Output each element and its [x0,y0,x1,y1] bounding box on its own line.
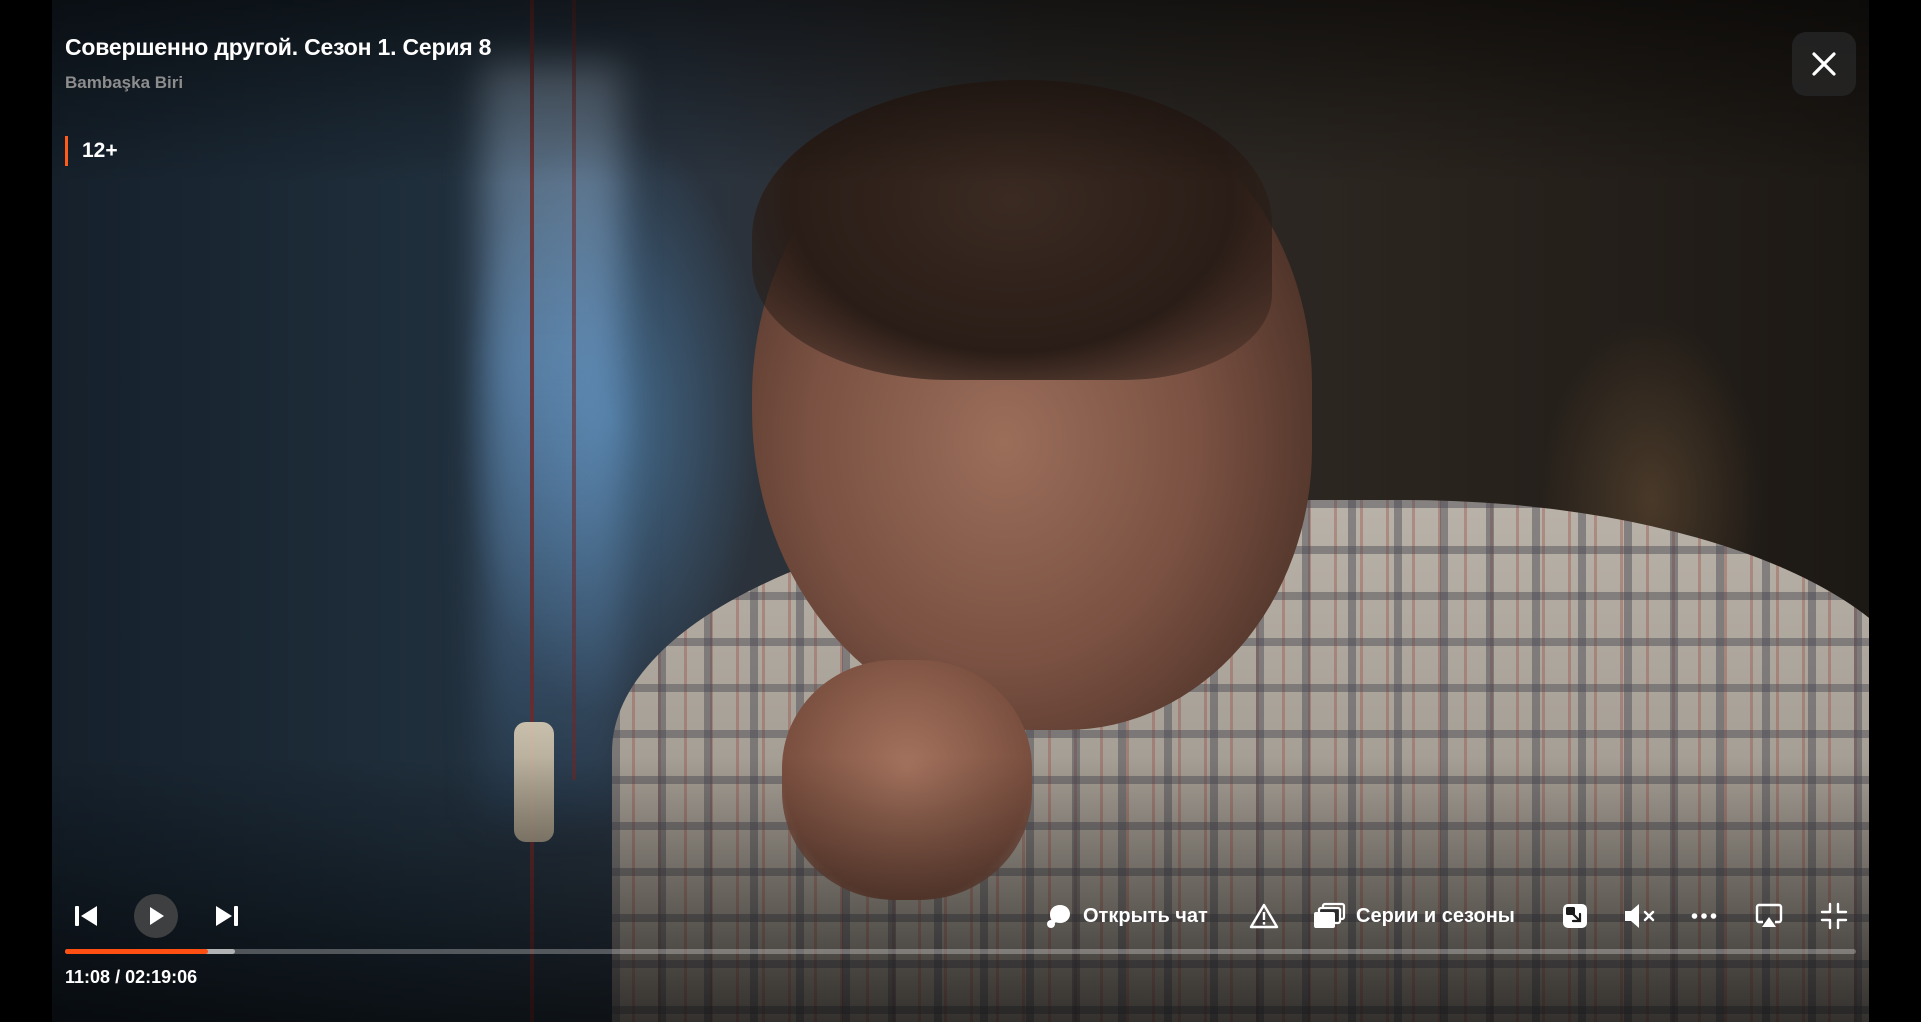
volume-muted-icon [1623,902,1657,930]
previous-icon [73,904,99,928]
open-chat-label: Открыть чат [1083,904,1208,927]
report-warning-icon [1249,902,1279,930]
chat-icon [1045,902,1073,930]
age-rating-badge: 12+ [65,136,118,166]
close-icon [1811,51,1837,77]
time-readout: 11:08 / 02:19:06 [65,967,197,988]
episodes-seasons-button[interactable]: Серии и сезоны [1312,900,1515,932]
progress-bar[interactable] [65,949,1856,954]
next-icon [214,904,240,928]
progress-played [65,949,209,954]
video-player[interactable]: Совершенно другой. Сезон 1. Серия 8 Bamb… [0,0,1921,1022]
play-icon [147,906,165,926]
open-chat-button[interactable]: Открыть чат [1045,900,1208,932]
episodes-icon [1312,902,1346,930]
mute-button[interactable] [1622,900,1658,932]
more-options-button[interactable] [1688,900,1720,932]
exit-fullscreen-icon [1820,902,1848,930]
time-separator: / [115,967,121,987]
video-vignette [52,0,1869,1022]
report-button[interactable] [1248,900,1280,932]
video-frame[interactable] [52,0,1869,1022]
original-title: Bambaşka Biri [65,73,184,92]
next-button[interactable] [211,902,243,930]
picture-in-picture-button[interactable] [1559,900,1591,932]
more-options-icon [1691,912,1717,920]
close-button[interactable] [1792,32,1856,96]
episodes-seasons-label: Серии и сезоны [1356,904,1515,927]
previous-button[interactable] [70,902,102,930]
exit-fullscreen-button[interactable] [1818,900,1850,932]
airplay-icon [1755,902,1783,930]
current-time: 11:08 [65,967,111,987]
duration: 02:19:06 [125,967,198,987]
airplay-button[interactable] [1753,900,1785,932]
picture-in-picture-icon [1561,902,1589,930]
episode-title: Совершенно другой. Сезон 1. Серия 8 [65,34,492,60]
play-button[interactable] [134,894,178,938]
